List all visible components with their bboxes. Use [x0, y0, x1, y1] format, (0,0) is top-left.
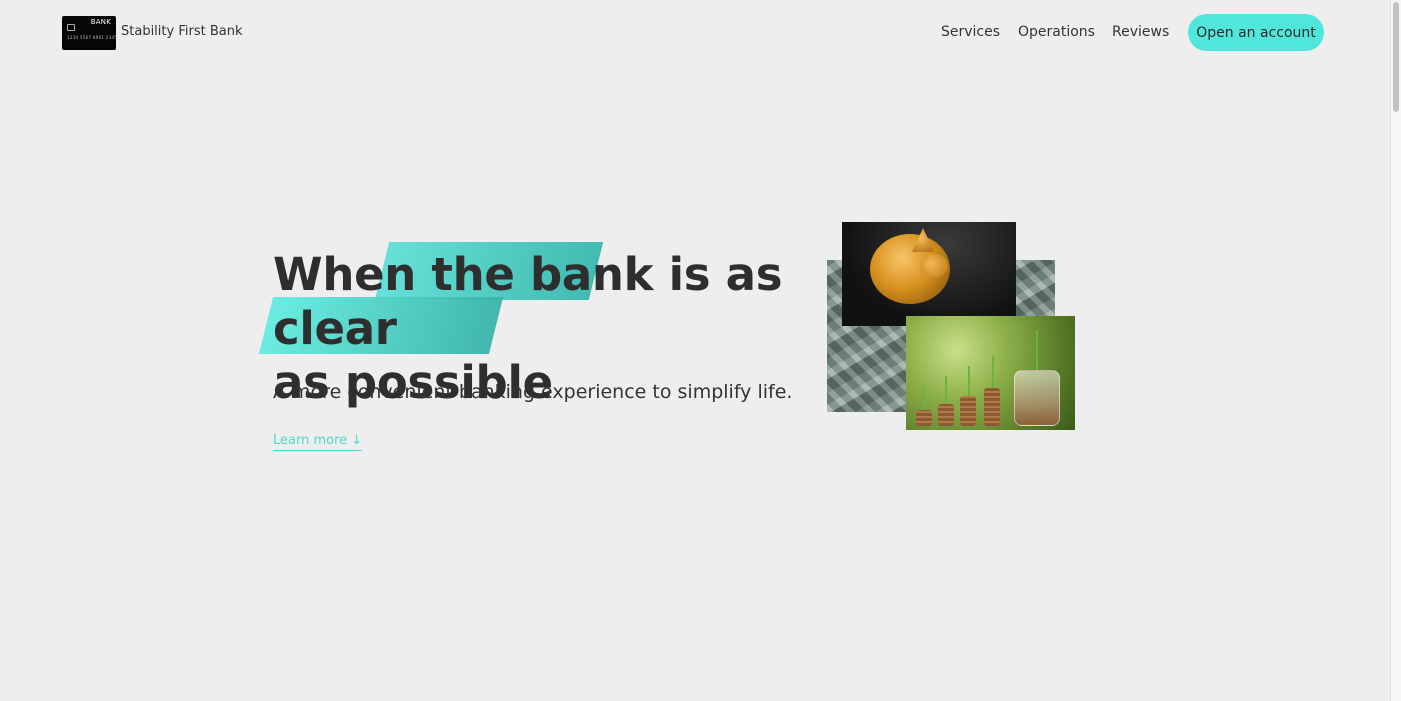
- coin-stack: [938, 404, 954, 426]
- nav-link-operations[interactable]: Operations: [1018, 24, 1095, 40]
- logo-bank-word: BANK: [90, 18, 111, 26]
- sprout: [968, 366, 970, 396]
- open-account-button[interactable]: Open an account: [1188, 14, 1324, 51]
- nav-link-services[interactable]: Services: [941, 24, 1000, 40]
- piggy-bank-image: [842, 222, 1016, 326]
- coin-stack: [984, 388, 1000, 426]
- sprout: [992, 356, 994, 388]
- hero-title-highlight-1: the bank: [431, 248, 669, 301]
- coin-stack: [916, 410, 932, 426]
- page-scrollbar[interactable]: [1390, 0, 1401, 701]
- brand-name[interactable]: Stability First Bank: [121, 24, 242, 39]
- sprout: [945, 376, 947, 404]
- scrollbar-thumb[interactable]: [1393, 2, 1399, 112]
- bank-card-logo[interactable]: BANK 1234 5567 8901 2345: [62, 16, 118, 50]
- learn-more-link[interactable]: Learn more ↓: [273, 433, 363, 451]
- card-chip-icon: [67, 24, 75, 31]
- sprout: [923, 386, 925, 410]
- coin-jar: [1014, 370, 1060, 426]
- nav-link-reviews[interactable]: Reviews: [1112, 24, 1169, 40]
- coin-stack: [960, 396, 976, 426]
- hero-title-part-1: When: [273, 248, 432, 301]
- top-navigation: BANK 1234 5567 8901 2345 Stability First…: [0, 0, 1390, 66]
- hero-subtitle: A more convenient banking experience to …: [273, 381, 793, 403]
- piggy-snout-shape: [920, 254, 948, 278]
- logo-card-number: 1234 5567 8901 2345: [67, 35, 118, 40]
- coins-image: [906, 316, 1075, 430]
- sprout: [1036, 330, 1038, 370]
